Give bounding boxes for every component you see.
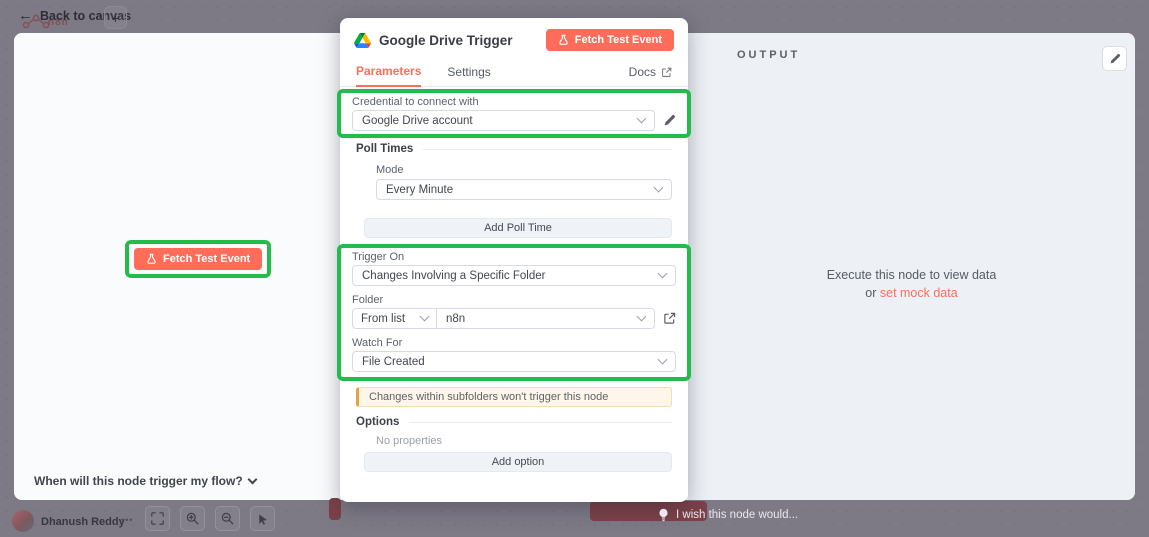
chevron-down-icon [420,312,430,322]
user-menu-dots[interactable]: ••• [121,515,133,525]
feedback-wish-label: I wish this node would... [676,509,798,521]
edit-credential-button[interactable] [663,114,676,127]
tab-settings[interactable]: Settings [447,59,490,86]
trigger-on-select[interactable]: Changes Involving a Specific Folder [352,265,676,286]
feedback-wish[interactable]: I wish this node would... [658,508,798,522]
external-link-icon [661,67,672,78]
trigger-flow-question[interactable]: When will this node trigger my flow? [34,474,256,488]
flask-icon [146,253,157,265]
modal-title: Google Drive Trigger [379,33,538,48]
mode-select[interactable]: Every Minute [376,179,672,200]
docs-link[interactable]: Docs [629,65,672,79]
obscured-test-step-button-left [329,498,341,520]
chevron-down-icon [658,269,668,279]
fetch-test-event-button[interactable]: Fetch Test Event [134,248,262,270]
folder-value: n8n [446,313,638,325]
output-panel: OUTPUT Execute this node to view data or… [688,33,1135,500]
mode-value: Every Minute [386,184,655,196]
folder-mode-value: From list [361,313,421,325]
section-divider [409,422,672,423]
modal-header: Google Drive Trigger Fetch Test Event [340,18,688,58]
poll-times-header: Poll Times [356,143,413,155]
google-drive-trigger-modal: Google Drive Trigger Fetch Test Event Pa… [340,18,688,502]
output-empty-state: Execute this node to view data or set mo… [688,266,1135,302]
pencil-icon [663,114,676,127]
add-option-button[interactable]: Add option [364,452,672,472]
flask-icon [558,34,569,46]
folder-label: Folder [352,294,676,306]
watch-for-select[interactable]: File Created [352,351,676,372]
chevron-down-icon [637,114,647,124]
add-poll-time-button[interactable]: Add Poll Time [364,218,672,238]
subfolder-warning: Changes within subfolders won't trigger … [356,387,672,407]
modal-fetch-test-event-label: Fetch Test Event [575,34,662,46]
zoom-out-icon [221,512,234,525]
options-header: Options [356,416,399,428]
credential-label: Credential to connect with [352,96,676,108]
trigger-on-label: Trigger On [352,251,676,263]
zoom-in-button[interactable] [180,506,205,531]
credential-select[interactable]: Google Drive account [352,110,655,131]
docs-label: Docs [629,65,656,79]
fit-view-icon [151,512,164,525]
chevron-down-icon [637,312,647,322]
input-panel: Fetch Test Event When will this node tri… [14,33,340,500]
google-drive-icon [354,33,371,48]
back-arrow-icon: ← [18,9,33,23]
user-avatar[interactable] [12,510,34,532]
pointer-cursor-icon [257,513,269,525]
subfolder-warning-text: Changes within subfolders won't trigger … [369,391,608,403]
fit-view-button[interactable] [145,506,170,531]
trigger-flow-question-label: When will this node trigger my flow? [34,474,243,488]
modal-tabs: Parameters Settings Docs [340,58,688,87]
credential-value: Google Drive account [362,115,638,127]
modal-fetch-test-event-button[interactable]: Fetch Test Event [546,29,674,51]
mode-label: Mode [376,164,672,176]
chevron-down-icon [658,355,668,365]
app-root: n8n ← Back to canvas + Fetch Test Event … [0,0,1149,537]
watch-for-value: File Created [362,356,659,368]
tab-parameters[interactable]: Parameters [356,58,421,87]
open-folder-external-button[interactable] [663,312,676,325]
edit-output-button[interactable] [1102,46,1127,71]
pointer-tool-button[interactable] [250,506,275,531]
chevron-down-icon [654,183,664,193]
section-divider [423,149,672,150]
add-node-button[interactable]: + [104,6,127,29]
annotation-box-trigger: Trigger On Changes Involving a Specific … [337,244,691,381]
set-mock-data-link[interactable]: set mock data [880,286,958,300]
zoom-in-icon [186,512,199,525]
user-name: Dhanush Reddy [41,516,125,528]
folder-mode-select[interactable]: From list [353,309,437,328]
folder-value-select[interactable]: n8n [437,313,654,325]
folder-resource-locator: From list n8n [352,308,655,329]
fetch-test-event-label: Fetch Test Event [163,253,250,265]
lightbulb-icon [658,508,669,522]
zoom-out-button[interactable] [215,506,240,531]
poll-times-section: Poll Times [356,142,672,156]
annotation-box-fetch-button: Fetch Test Event [125,240,271,278]
chevron-down-icon [247,474,257,484]
pencil-icon [1109,53,1121,65]
output-empty-text: Execute this node to view data [688,266,1135,284]
options-empty-text: No properties [376,435,672,447]
plus-icon: + [111,10,119,26]
annotation-box-credential: Credential to connect with Google Drive … [337,89,691,138]
modal-body: Credential to connect with Google Drive … [340,89,688,472]
trigger-on-value: Changes Involving a Specific Folder [362,270,659,282]
watch-for-label: Watch For [352,337,676,349]
options-section: Options [356,415,672,429]
external-link-icon [663,312,676,325]
output-empty-or: or [865,286,880,300]
output-panel-title: OUTPUT [737,49,800,61]
